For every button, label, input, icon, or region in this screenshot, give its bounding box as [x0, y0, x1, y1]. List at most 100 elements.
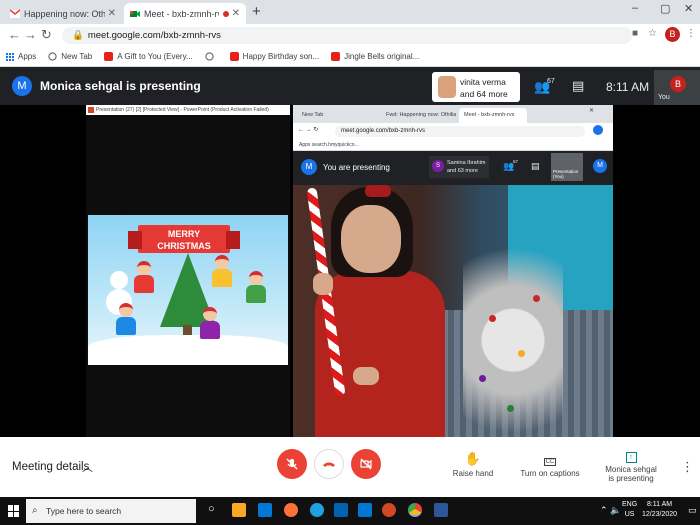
url-text: meet.google.com/bxb-zmnh-rvs — [87, 30, 221, 41]
word-icon[interactable] — [434, 503, 448, 517]
network-icon[interactable]: ⌃ — [600, 505, 608, 516]
nested-meet-header: M You are presenting S Samina Ibrahim an… — [293, 151, 613, 185]
nested-presenting-title: You are presenting — [323, 163, 390, 172]
tab-happening-now[interactable]: Happening now: Othilia Fernande ✕ — [4, 3, 122, 24]
nested-tab: Fwd: Happening now: Othilia — [386, 112, 457, 118]
globe-icon — [205, 52, 214, 61]
reload-icon[interactable]: ↻ — [41, 27, 52, 43]
language-indicator[interactable]: ENG US — [622, 500, 637, 520]
camera-off-icon — [360, 458, 372, 470]
taskbar-search-input[interactable]: ⌕ Type here to search — [26, 499, 196, 523]
firefox-icon[interactable] — [284, 503, 298, 517]
back-arrow-icon[interactable]: ← — [8, 27, 21, 42]
volume-icon[interactable]: 🔈 — [610, 505, 621, 516]
powerpoint-taskbar-icon[interactable] — [382, 503, 396, 517]
mail-icon[interactable] — [358, 503, 372, 517]
nested-nav-icons: ← → ↻ — [298, 127, 319, 133]
nested-close-icon: ✕ — [589, 108, 595, 114]
cortana-icon[interactable]: ○ — [208, 503, 215, 515]
profile-avatar[interactable]: B — [665, 27, 680, 42]
chat-icon[interactable]: ▤ — [572, 78, 584, 94]
ornament — [533, 295, 540, 302]
taskbar-clock[interactable]: 8:11 AM 12/23/2020 — [642, 500, 677, 520]
camera-in-use-icon[interactable]: ■ — [632, 28, 638, 39]
leave-call-button[interactable] — [314, 449, 344, 479]
bookmark-apps[interactable]: Apps — [6, 52, 36, 61]
close-window-button[interactable]: ✕ — [684, 2, 693, 15]
app-icon[interactable] — [334, 503, 348, 517]
hand-icon: ✋ — [464, 451, 482, 466]
notifications-icon[interactable]: ▭ — [688, 505, 697, 516]
self-view-tile[interactable]: B You — [654, 70, 700, 105]
close-tab-icon[interactable]: ✕ — [232, 8, 240, 19]
maximize-button[interactable]: ▢ — [660, 2, 670, 15]
video-christmas-tree — [463, 195, 563, 437]
browser-menu-icon[interactable]: ⋮ — [686, 28, 696, 39]
nested-people-count: 67 — [513, 159, 519, 164]
youtube-icon — [331, 52, 341, 61]
presenting-status-button[interactable]: ↑ Monica sehgal is presenting — [600, 447, 662, 483]
merry-christmas-banner: MERRY CHRISTMAS — [128, 225, 240, 253]
ornament — [489, 315, 496, 322]
chrome-icon[interactable] — [408, 503, 422, 517]
windows-taskbar: ⌕ Type here to search ○ ⌃ 🔈 ENG US 8:11 … — [0, 497, 700, 525]
globe-icon — [48, 52, 57, 61]
kid-figure — [134, 261, 154, 293]
mic-off-icon — [286, 458, 298, 470]
store-icon[interactable] — [258, 503, 272, 517]
new-tab-button[interactable]: + — [252, 3, 261, 20]
ornament — [479, 375, 486, 382]
nested-bookmarks: Apps search.hmyquickco... — [293, 139, 613, 151]
child-face — [341, 205, 401, 273]
lock-icon: 🔒 — [72, 30, 84, 41]
meeting-details-button[interactable]: Meeting details — [12, 461, 89, 473]
bookmark-gift[interactable]: A Gift to You (Every... — [104, 52, 193, 61]
participant-more: and 64 more — [460, 89, 508, 99]
youtube-icon — [104, 52, 114, 61]
ornament — [507, 405, 514, 412]
youtube-icon — [229, 52, 239, 61]
nested-toolbar: ← → ↻ meet.google.com/bxb-zmnh-rvs — [293, 123, 613, 139]
people-count: 67 — [547, 78, 555, 85]
captions-icon: CC — [543, 458, 557, 466]
bookmark-jingle-bells[interactable]: Jingle Bells original... — [331, 52, 419, 61]
tab-label: Meet - bxb-zmnh-rvs — [144, 8, 219, 19]
child-hand — [313, 273, 333, 295]
address-bar[interactable]: 🔒 meet.google.com/bxb-zmnh-rvs — [62, 27, 632, 44]
kid-figure — [246, 271, 266, 303]
participant-thumbnail — [438, 76, 456, 98]
captions-button[interactable]: CC Turn on captions — [518, 451, 582, 478]
nested-self-avatar: M — [593, 159, 607, 173]
self-avatar: B — [670, 76, 686, 92]
shared-browser-window: New Tab Fwd: Happening now: Othilia Meet… — [293, 105, 613, 437]
hang-up-icon — [323, 462, 335, 467]
bookmark-star-icon[interactable]: ☆ — [648, 28, 657, 39]
presenting-title: Monica sehgal is presenting — [40, 79, 201, 93]
participant-preview[interactable]: vinita verma and 64 more — [432, 72, 520, 102]
powerpoint-titlebar: Presentation (27) [2] [Protected View] -… — [86, 105, 290, 115]
tab-label: Happening now: Othilia Fernande — [24, 8, 105, 19]
raise-hand-button[interactable]: ✋ Raise hand — [448, 451, 498, 478]
bookmark-new-tab[interactable]: New Tab — [48, 52, 92, 61]
bookmark-globe[interactable] — [205, 52, 218, 61]
tree-trunk — [183, 325, 192, 335]
forward-arrow-icon[interactable]: → — [24, 27, 37, 42]
windows-start-icon[interactable] — [8, 505, 20, 517]
search-icon: ⌕ — [32, 505, 38, 516]
powerpoint-window: Presentation (27) [2] [Protected View] -… — [86, 105, 290, 437]
close-tab-icon[interactable]: ✕ — [108, 8, 116, 19]
kid-figure — [116, 303, 136, 335]
meet-controls-bar: Meeting details ︿ ✋ Raise hand CC Turn o… — [0, 437, 700, 497]
tab-meet[interactable]: Meet - bxb-zmnh-rvs ✕ — [124, 3, 246, 24]
more-options-icon[interactable]: ⋮ — [681, 459, 694, 475]
minimize-button[interactable]: – — [632, 2, 638, 14]
edge-icon[interactable] — [310, 503, 324, 517]
camera-toggle-button[interactable] — [351, 449, 381, 479]
chevron-up-icon[interactable]: ︿ — [82, 459, 93, 475]
file-explorer-icon[interactable] — [232, 503, 246, 517]
bookmark-happy-birthday[interactable]: Happy Birthday son... — [229, 52, 319, 61]
nested-address-bar: meet.google.com/bxb-zmnh-rvs — [335, 126, 585, 137]
nested-tab: New Tab — [302, 112, 324, 118]
powerpoint-title: Presentation (27) [2] [Protected View] -… — [96, 107, 269, 113]
mic-toggle-button[interactable] — [277, 449, 307, 479]
